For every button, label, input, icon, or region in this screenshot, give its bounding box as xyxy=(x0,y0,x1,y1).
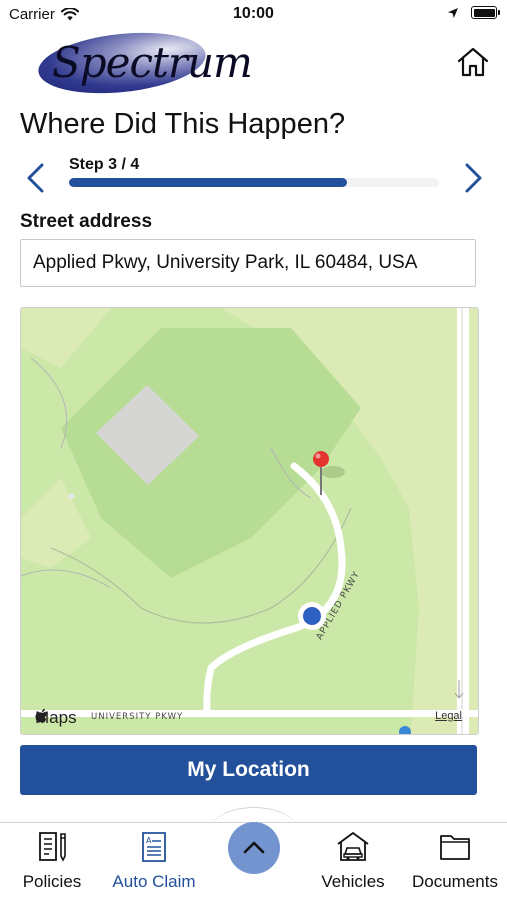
tab-label-documents: Documents xyxy=(412,872,498,891)
location-arrow-icon xyxy=(448,7,458,18)
claim-form-icon: A xyxy=(142,832,166,862)
tab-label-auto-claim: Auto Claim xyxy=(112,872,196,891)
status-right xyxy=(447,6,500,19)
current-location-dot xyxy=(303,607,321,625)
next-step-chevron-icon[interactable] xyxy=(460,162,486,194)
apple-maps-attribution[interactable]: Maps xyxy=(35,708,77,728)
page-title: Where Did This Happen? xyxy=(20,108,346,140)
garage-car-icon xyxy=(337,832,369,861)
previous-step-chevron-icon[interactable] xyxy=(23,162,49,194)
step-label: Step 3 / 4 xyxy=(69,156,140,173)
map-legal-link[interactable]: Legal xyxy=(435,710,462,722)
svg-text:A: A xyxy=(146,836,152,845)
map-canvas[interactable]: UNIVERSITY PKWY APPLIED PKWY xyxy=(21,308,478,734)
home-icon[interactable] xyxy=(455,44,491,80)
university-pkwy-label: UNIVERSITY PKWY xyxy=(91,712,183,722)
status-bar: Carrier 10:00 xyxy=(0,0,507,28)
center-menu-button[interactable] xyxy=(228,822,280,874)
policy-document-icon xyxy=(39,832,66,862)
folder-icon xyxy=(440,835,470,860)
chevron-up-icon xyxy=(243,841,265,854)
apple-logo-icon xyxy=(35,708,48,723)
map-view[interactable]: UNIVERSITY PKWY APPLIED PKWY Maps Legal xyxy=(20,307,479,735)
street-address-label: Street address xyxy=(20,211,153,232)
step-progress-fill xyxy=(69,178,347,187)
spectrum-logo: Spectrum xyxy=(35,25,253,101)
battery-icon xyxy=(471,6,500,19)
logo-text: Spectrum xyxy=(52,38,253,87)
tab-documents[interactable]: Documents xyxy=(405,823,505,901)
status-time: 10:00 xyxy=(233,5,274,22)
tab-auto-claim[interactable]: A Auto Claim xyxy=(104,823,204,901)
step-progress-bar xyxy=(69,178,439,187)
street-address-input[interactable] xyxy=(20,239,476,287)
my-location-button[interactable]: My Location xyxy=(20,745,477,795)
location-pin-icon[interactable] xyxy=(313,451,329,467)
